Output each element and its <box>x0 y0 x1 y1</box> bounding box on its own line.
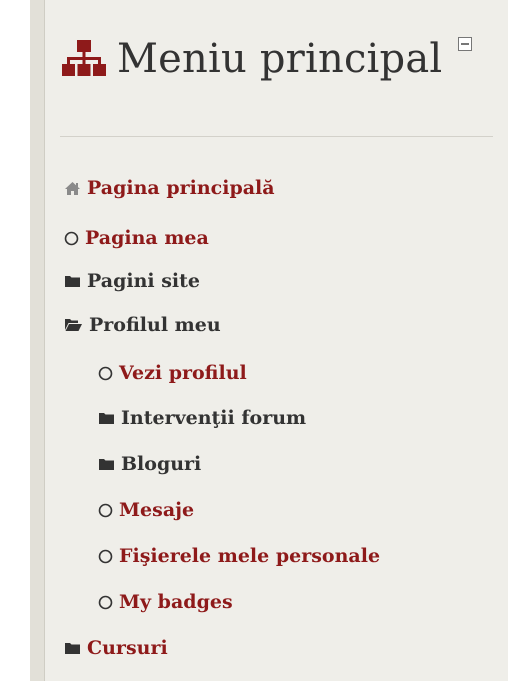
nav-item-label: Intervenţii forum <box>121 407 307 429</box>
folder-icon <box>64 641 81 655</box>
folder-icon <box>64 274 81 288</box>
circle-icon <box>98 503 113 518</box>
nav-item-cursuri[interactable]: Cursuri <box>64 635 168 661</box>
nav-item-bloguri[interactable]: Bloguri <box>98 451 201 477</box>
nav-item-label: Pagina principală <box>87 177 275 199</box>
nav-item-interventii-forum[interactable]: Intervenţii forum <box>98 405 306 431</box>
home-icon <box>64 181 81 196</box>
circle-icon <box>64 231 79 246</box>
nav-item-mesaje[interactable]: Mesaje <box>98 497 194 523</box>
circle-icon <box>98 549 113 564</box>
nav-item-my-badges[interactable]: My badges <box>98 589 233 615</box>
folder-open-icon <box>64 318 83 332</box>
nav-item-pagina-mea[interactable]: Pagina mea <box>64 225 209 251</box>
nav-item-vezi-profilul[interactable]: Vezi profilul <box>98 360 247 386</box>
nav-item-label: Pagini site <box>87 270 201 292</box>
nav-item-profilul-meu[interactable]: Profilul meu <box>64 312 221 338</box>
nav-item-label: Profilul meu <box>89 314 221 336</box>
circle-icon <box>98 366 113 381</box>
navigation-tree: Pagina principală Pagina mea Pagini site… <box>0 0 508 681</box>
circle-icon <box>98 595 113 610</box>
nav-item-label: Bloguri <box>121 453 202 475</box>
nav-item-label: Vezi profilul <box>119 362 247 384</box>
folder-icon <box>98 411 115 425</box>
nav-item-pagini-site[interactable]: Pagini site <box>64 268 200 294</box>
nav-item-label: Cursuri <box>87 637 168 659</box>
folder-icon <box>98 457 115 471</box>
nav-item-label: Pagina mea <box>85 227 209 249</box>
nav-item-fisierele-mele-personale[interactable]: Fişierele mele personale <box>98 543 380 569</box>
nav-item-label: Fişierele mele personale <box>119 545 381 567</box>
nav-item-label: Mesaje <box>119 499 195 521</box>
nav-item-pagina-principala[interactable]: Pagina principală <box>64 175 275 201</box>
nav-item-label: My badges <box>119 591 233 613</box>
